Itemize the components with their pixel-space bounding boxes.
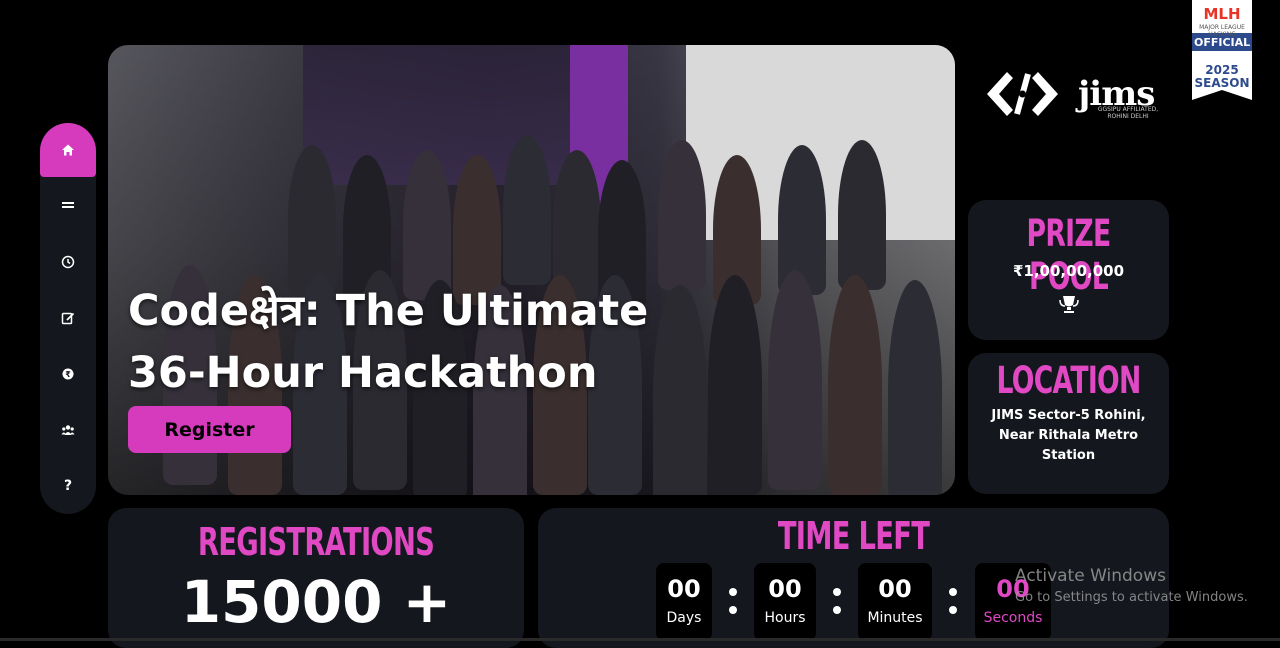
hero-section: Codeक्षेत्र: The Ultimate 36-Hour Hackat…: [108, 45, 955, 495]
location-heading: LOCATION: [996, 359, 1141, 402]
prize-pool-value: ₹1,00,00,000: [1012, 262, 1125, 280]
sidebar-item-register[interactable]: [40, 298, 96, 338]
codekshetra-logo: [987, 72, 1058, 116]
photo-person: [778, 145, 826, 295]
sidebar-item-schedule[interactable]: [40, 242, 96, 282]
watermark-title: Activate Windows: [1015, 566, 1166, 586]
edit-icon: [61, 312, 75, 325]
timer-days-label: Days: [666, 610, 702, 626]
location-address: JIMS Sector-5 Rohini, Near Rithala Metro…: [991, 408, 1146, 463]
photo-person: [288, 145, 336, 295]
registrations-count: 15000 +: [180, 568, 452, 636]
sidebar-item-home[interactable]: [40, 123, 96, 177]
timer-hours-value: 00: [768, 575, 802, 603]
timer-separator: [729, 588, 737, 624]
photo-person: [768, 270, 822, 490]
home-icon: [62, 144, 74, 156]
hero-title: Codeक्षेत्र: The Ultimate 36-Hour Hackat…: [128, 286, 649, 398]
timer-minutes-box: 00 Minutes: [858, 563, 932, 641]
activate-windows-watermark: Activate Windows Go to Settings to activ…: [1015, 566, 1248, 605]
photo-person: [888, 280, 942, 495]
timer-seconds-label: Seconds: [983, 610, 1043, 626]
timer-minutes-value: 00: [878, 575, 912, 603]
photo-person: [838, 140, 886, 290]
sidebar-item-sponsors[interactable]: ₹: [40, 354, 96, 394]
sponsor-icon: ₹: [62, 368, 74, 380]
sidebar-nav: ₹ ?: [40, 123, 96, 514]
timer-separator: [833, 588, 841, 624]
timer-days-value: 00: [667, 575, 701, 603]
timer-minutes-label: Minutes: [867, 610, 923, 626]
help-icon: ?: [63, 478, 73, 494]
photo-person: [828, 275, 882, 495]
menu-icon: [62, 202, 74, 208]
sidebar-item-menu[interactable]: [40, 185, 96, 225]
clock-icon: [61, 255, 75, 269]
registrations-heading: REGISTRATIONS: [197, 520, 435, 564]
photo-person: [503, 135, 551, 285]
photo-person: [658, 140, 706, 290]
registrations-card: REGISTRATIONS 15000 +: [108, 508, 524, 648]
watermark-subtitle: Go to Settings to activate Windows.: [1015, 590, 1248, 605]
photo-person: [403, 150, 451, 300]
timer-days-box: 00 Days: [656, 563, 712, 641]
sidebar-item-faq[interactable]: ?: [40, 466, 96, 506]
svg-text:₹: ₹: [65, 370, 71, 379]
trophy-icon: [1059, 296, 1079, 313]
register-button[interactable]: Register: [128, 406, 291, 453]
prize-pool-heading: PRIZE POOL: [1026, 212, 1112, 298]
timer-separator: [949, 588, 957, 624]
timer-hours-box: 00 Hours: [754, 563, 816, 641]
location-card: LOCATION JIMS Sector-5 Rohini, Near Rith…: [968, 353, 1169, 494]
mlh-official-badge[interactable]: MLH MAJOR LEAGUE HACKING OFFICIAL 2025 S…: [1192, 0, 1252, 103]
prize-pool-card: PRIZE POOL ₹1,00,00,000: [968, 200, 1169, 340]
sidebar-item-team[interactable]: [40, 410, 96, 450]
time-left-heading: TIME LEFT: [777, 514, 930, 558]
timer-hours-label: Hours: [764, 610, 806, 626]
team-icon: [61, 425, 75, 435]
jims-logo: jims GGSIPU AFFILIATED, ROHINI DELHI: [1078, 74, 1159, 120]
